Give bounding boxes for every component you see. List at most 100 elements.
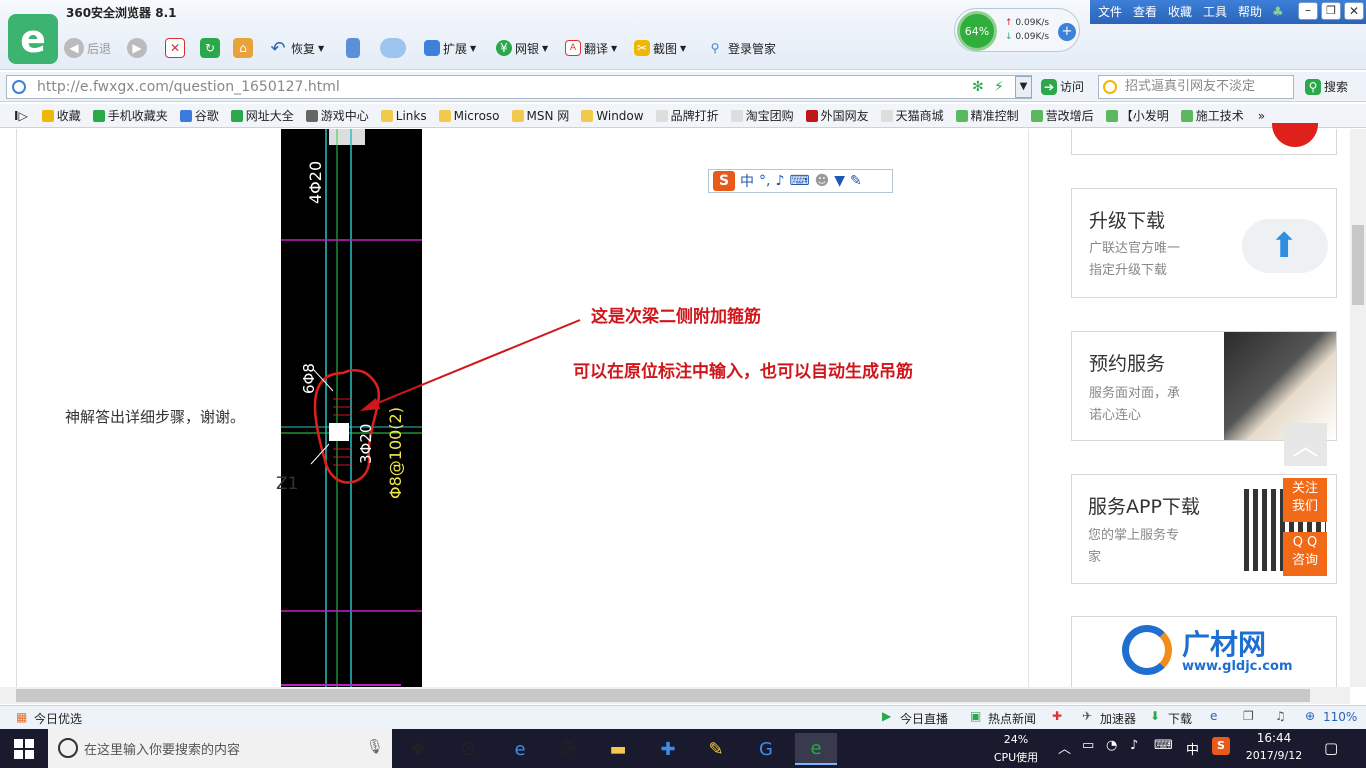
compat-mode-icon[interactable]: ✻ bbox=[972, 79, 984, 95]
menu-file[interactable]: 文件 bbox=[1098, 3, 1122, 20]
address-dropdown[interactable]: ▼ bbox=[1015, 76, 1032, 98]
minimize-button[interactable]: – bbox=[1298, 2, 1318, 20]
sogou-tray-icon[interactable]: S bbox=[1212, 737, 1230, 755]
stop-button[interactable]: ✕ bbox=[165, 36, 185, 60]
bookmark-item[interactable]: Links bbox=[380, 109, 427, 123]
bookmark-item[interactable]: 收藏 bbox=[41, 107, 81, 124]
bookmark-item[interactable]: 游戏中心 bbox=[305, 107, 369, 124]
bookmark-item[interactable]: 营改增后 bbox=[1030, 107, 1094, 124]
speedup-plus-icon[interactable]: + bbox=[1058, 23, 1076, 41]
taskbar-explorer-icon[interactable]: ▬ bbox=[598, 733, 638, 765]
menu-view[interactable]: 查看 bbox=[1133, 3, 1157, 20]
refresh-button[interactable]: ↻ bbox=[200, 36, 220, 60]
taskbar-360-browser-icon[interactable]: e bbox=[795, 733, 837, 765]
accelerator-link[interactable]: 加速器 bbox=[1100, 710, 1136, 727]
taskbar-search-input[interactable]: 在这里输入你要搜索的内容 bbox=[48, 729, 392, 768]
taskbar-app-plus[interactable]: ✚ bbox=[648, 733, 688, 765]
user-icon[interactable]: ☻ bbox=[815, 173, 830, 189]
bookmark-item[interactable]: MSN 网 bbox=[511, 107, 569, 124]
translate-button[interactable]: A 翻译 ▼ bbox=[565, 36, 617, 60]
bookmark-item[interactable]: 品牌打折 bbox=[655, 107, 719, 124]
hot-news-link[interactable]: 热点新闻 bbox=[988, 710, 1036, 727]
bookmark-item[interactable]: 网址大全 bbox=[230, 107, 294, 124]
vertical-scrollbar[interactable] bbox=[1350, 129, 1366, 687]
skin-shirt-icon[interactable]: ▼ bbox=[834, 173, 845, 189]
forward-button[interactable]: ▶ bbox=[127, 36, 147, 60]
clock-date[interactable]: 2017/9/12 bbox=[1240, 749, 1308, 762]
maximize-button[interactable]: ❐ bbox=[1321, 2, 1341, 20]
taskbar-glodon-icon[interactable]: G bbox=[746, 733, 786, 765]
vertical-scroll-thumb[interactable] bbox=[1352, 225, 1364, 305]
live-link[interactable]: 今日直播 bbox=[900, 710, 948, 727]
close-button[interactable]: ✕ bbox=[1344, 2, 1364, 20]
volume-icon[interactable]: ♫ bbox=[1275, 709, 1286, 723]
bookmark-item[interactable]: 精准控制 bbox=[955, 107, 1019, 124]
sidebar-card-top[interactable] bbox=[1071, 123, 1337, 155]
follow-us-button[interactable]: 关注 我们 bbox=[1283, 478, 1327, 522]
upgrade-download-card[interactable]: 升级下载 广联达官方唯一 指定升级下载 ⬆ bbox=[1071, 188, 1337, 298]
bank-button[interactable]: ¥ 网银 ▼ bbox=[496, 36, 548, 60]
notification-icon[interactable]: ▢ bbox=[1324, 739, 1338, 757]
ie-icon[interactable]: e bbox=[1210, 709, 1217, 723]
medical-icon[interactable]: ✚ bbox=[1052, 709, 1062, 723]
input-language[interactable]: 中 bbox=[1186, 739, 1199, 758]
wifi-icon[interactable]: ◔ bbox=[1106, 738, 1117, 753]
bookmark-item[interactable]: 外国网友 bbox=[805, 107, 869, 124]
qq-consult-button[interactable]: Q Q 咨询 bbox=[1283, 532, 1327, 576]
keyboard-icon[interactable]: ⌨ bbox=[789, 173, 809, 189]
menu-tools[interactable]: 工具 bbox=[1203, 3, 1227, 20]
taskbar-notes-icon[interactable]: ✎ bbox=[696, 733, 736, 765]
menu-favorites[interactable]: 收藏 bbox=[1168, 3, 1192, 20]
window-icon[interactable]: ❐ bbox=[1243, 709, 1254, 723]
screenshot-button[interactable]: ✂ 截图 ▼ bbox=[634, 36, 686, 60]
lightning-icon[interactable]: ⚡ bbox=[994, 79, 1004, 95]
taskbar-edge-icon[interactable]: e bbox=[500, 733, 540, 765]
restore-button[interactable]: ↶ 恢复 ▼ bbox=[268, 36, 324, 60]
microphone-icon[interactable]: ♪ bbox=[775, 173, 784, 189]
bookmark-item[interactable]: 淘宝团购 bbox=[730, 107, 794, 124]
skin-icon[interactable]: ♣ bbox=[1272, 5, 1284, 20]
battery-icon[interactable]: ▭ bbox=[1082, 738, 1094, 753]
bookmark-item[interactable]: 手机收藏夹 bbox=[92, 107, 168, 124]
search-button[interactable]: ⚲ 搜索 bbox=[1305, 78, 1348, 95]
mobile-button[interactable] bbox=[346, 36, 360, 60]
punctuation-icon[interactable]: °, bbox=[759, 173, 770, 189]
bookmark-item[interactable]: Window bbox=[581, 109, 644, 123]
download-link[interactable]: 下载 bbox=[1168, 710, 1192, 727]
ime-toolbar[interactable]: S 中 °, ♪ ⌨ ☻ ▼ ✎ bbox=[708, 169, 893, 193]
taskbar-store-icon[interactable]: 🛍 bbox=[548, 733, 588, 765]
start-button[interactable] bbox=[14, 739, 34, 759]
taskbar-task-view[interactable]: ❖ bbox=[398, 733, 438, 765]
daily-picks-link[interactable]: 今日优选 bbox=[34, 710, 82, 727]
search-engine-icon[interactable] bbox=[1103, 80, 1117, 94]
bookmark-item[interactable]: 天猫商城 bbox=[880, 107, 944, 124]
wrench-icon[interactable]: ✎ bbox=[850, 173, 862, 189]
home-button[interactable]: ⌂ bbox=[233, 36, 253, 60]
bookmark-item[interactable]: 谷歌 bbox=[179, 107, 219, 124]
ime-mode-label[interactable]: 中 bbox=[740, 171, 754, 191]
microphone-icon[interactable]: 🎙 bbox=[366, 739, 384, 755]
taskbar-app-spiral[interactable]: ᘓ bbox=[448, 733, 488, 765]
show-hidden-icons[interactable]: ︿ bbox=[1058, 738, 1071, 757]
menu-help[interactable]: 帮助 bbox=[1238, 3, 1262, 20]
search-input[interactable]: 招式逼真引网友不淡定 bbox=[1098, 75, 1294, 99]
speaker-icon[interactable]: ♪ bbox=[1130, 738, 1138, 753]
extend-button[interactable]: 扩展 ▼ bbox=[424, 36, 476, 60]
clock-time[interactable]: 16:44 bbox=[1244, 731, 1304, 745]
zoom-level[interactable]: 110% bbox=[1323, 710, 1357, 724]
bookmark-item[interactable]: 【小发明 bbox=[1105, 107, 1169, 124]
bookmark-item[interactable]: Microso bbox=[438, 109, 500, 123]
back-to-top-button[interactable]: ︿ bbox=[1284, 423, 1327, 466]
address-bar[interactable]: http://e.fwxgx.com/question_1650127.html bbox=[6, 75, 1032, 99]
back-button[interactable]: ◀ 后退 bbox=[64, 36, 111, 60]
horizontal-scroll-thumb[interactable] bbox=[16, 689, 1310, 702]
network-speed-widget[interactable]: 64% ↑ 0.09K/s ↓ 0.09K/s + bbox=[954, 8, 1080, 52]
bookmark-item[interactable]: 施工技术 bbox=[1180, 107, 1244, 124]
keyboard-icon[interactable]: ⌨ bbox=[1154, 738, 1173, 753]
cloud-button[interactable] bbox=[380, 36, 406, 60]
gldjc-brand-card[interactable]: 广材网 www.gldjc.com bbox=[1071, 616, 1337, 688]
login-manager-button[interactable]: ⚲ 登录管家 bbox=[705, 36, 776, 60]
sidebar-toggle-icon[interactable]: I▷ bbox=[14, 109, 28, 123]
more-bookmarks-icon[interactable]: » bbox=[1258, 109, 1265, 123]
visit-button[interactable]: ➔ 访问 bbox=[1041, 78, 1084, 95]
